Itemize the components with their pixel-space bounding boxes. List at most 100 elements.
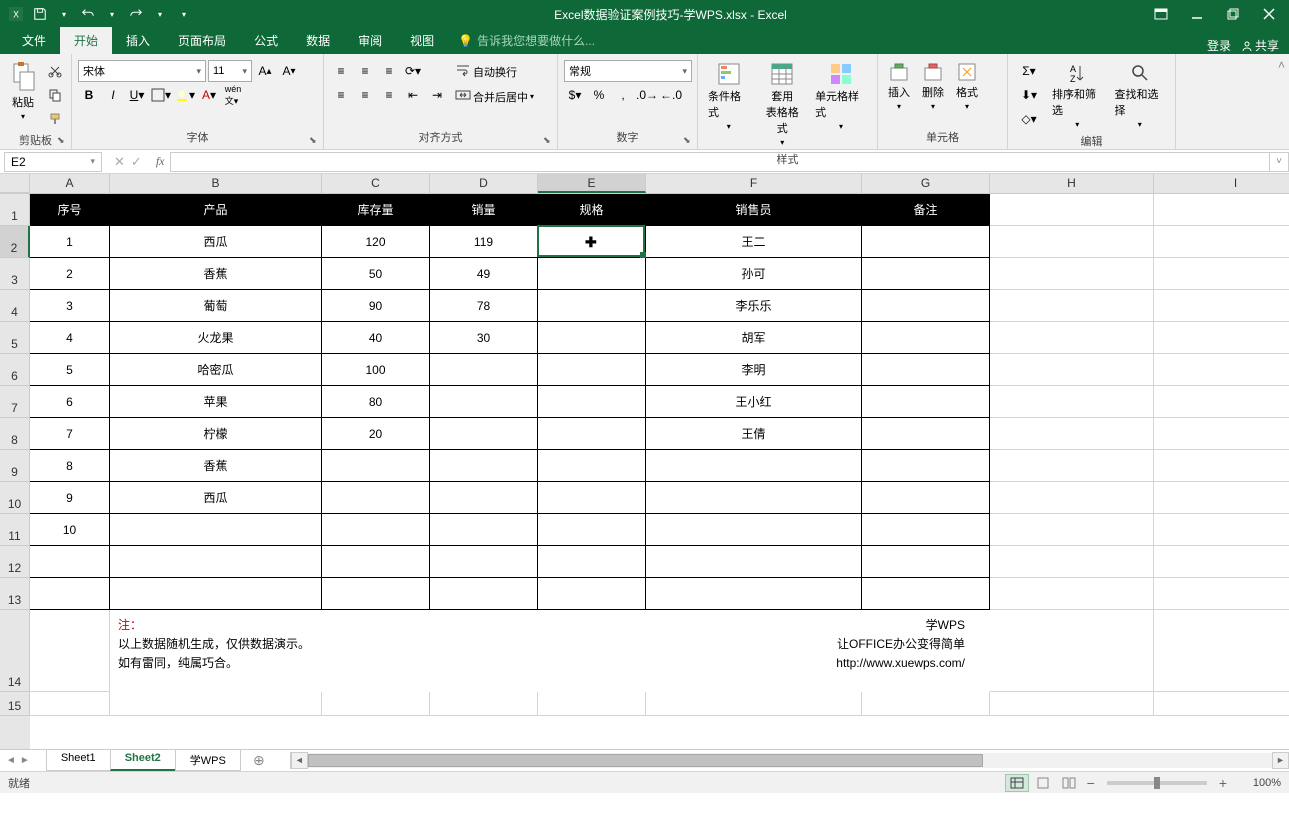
align-top-button[interactable]: ≡ [330, 60, 352, 82]
cell-B2[interactable]: 西瓜 [110, 226, 322, 258]
ribbon-tab-文件[interactable]: 文件 [8, 27, 60, 54]
cell-F3[interactable]: 孙可 [646, 258, 862, 290]
cell-A4[interactable]: 3 [30, 290, 110, 322]
cell-C15[interactable] [322, 692, 430, 716]
cell-D7[interactable] [430, 386, 538, 418]
row-header-4[interactable]: 4 [0, 290, 30, 322]
cell-F10[interactable] [646, 482, 862, 514]
cell-I7[interactable] [1154, 386, 1289, 418]
cell-B9[interactable]: 香蕉 [110, 450, 322, 482]
scroll-thumb-horizontal[interactable] [308, 754, 983, 767]
cell-I6[interactable] [1154, 354, 1289, 386]
cell-E12[interactable] [538, 546, 646, 578]
cell-A3[interactable]: 2 [30, 258, 110, 290]
cell-D5[interactable]: 30 [430, 322, 538, 354]
cell-E3[interactable] [538, 258, 646, 290]
cell-B5[interactable]: 火龙果 [110, 322, 322, 354]
cell-C6[interactable]: 100 [322, 354, 430, 386]
zoom-level[interactable]: 100% [1241, 777, 1281, 789]
cell-C2[interactable]: 120 [322, 226, 430, 258]
cell-E6[interactable] [538, 354, 646, 386]
comma-format-button[interactable]: , [612, 84, 634, 106]
cell-D9[interactable] [430, 450, 538, 482]
cell-F5[interactable]: 胡军 [646, 322, 862, 354]
cell-A12[interactable] [30, 546, 110, 578]
ribbon-tab-开始[interactable]: 开始 [60, 27, 112, 54]
ribbon-display-options-icon[interactable] [1149, 4, 1173, 24]
col-header-F[interactable]: F [646, 174, 862, 193]
cell-F7[interactable]: 王小红 [646, 386, 862, 418]
normal-view-button[interactable] [1005, 774, 1029, 792]
font-size-combo[interactable]: 11▾ [208, 60, 252, 82]
cell-D6[interactable] [430, 354, 538, 386]
name-box[interactable]: E2 ▾ [4, 152, 102, 172]
cell-C11[interactable] [322, 514, 430, 546]
qat-customize-icon[interactable]: ▾ [176, 6, 192, 22]
sheet-tab-Sheet2[interactable]: Sheet2 [110, 750, 176, 771]
cell-I2[interactable] [1154, 226, 1289, 258]
ribbon-tab-数据[interactable]: 数据 [292, 27, 344, 54]
cell-H11[interactable] [990, 514, 1154, 546]
wrap-text-button[interactable]: 自动换行 [473, 64, 517, 80]
cell-G9[interactable] [862, 450, 990, 482]
alignment-launcher-icon[interactable]: ⬊ [543, 135, 555, 147]
cell-D11[interactable] [430, 514, 538, 546]
align-center-button[interactable]: ≡ [354, 84, 376, 106]
cell-I4[interactable] [1154, 290, 1289, 322]
cell-A7[interactable]: 6 [30, 386, 110, 418]
col-header-H[interactable]: H [990, 174, 1154, 193]
tab-nav-next-icon[interactable]: ► [20, 755, 30, 766]
cell-G8[interactable] [862, 418, 990, 450]
save-icon[interactable] [32, 6, 48, 22]
cell-H15[interactable] [990, 692, 1154, 716]
cell-G13[interactable] [862, 578, 990, 610]
cell-C13[interactable] [322, 578, 430, 610]
col-header-I[interactable]: I [1154, 174, 1289, 193]
fx-icon[interactable]: fx [150, 154, 171, 169]
conditional-formatting-button[interactable]: 条件格式▾ [704, 60, 754, 133]
expand-formula-bar-icon[interactable]: ˅ [1269, 152, 1289, 172]
zoom-slider[interactable] [1107, 781, 1207, 785]
font-name-combo[interactable]: 宋体▾ [78, 60, 206, 82]
cell-F8[interactable]: 王倩 [646, 418, 862, 450]
cell-I15[interactable] [1154, 692, 1289, 716]
find-select-button[interactable]: 查找和选择▾ [1111, 60, 1170, 131]
restore-button[interactable] [1221, 4, 1245, 24]
row-header-3[interactable]: 3 [0, 258, 30, 290]
cell-A13[interactable] [30, 578, 110, 610]
cell-F2[interactable]: 王二 [646, 226, 862, 258]
row-header-9[interactable]: 9 [0, 450, 30, 482]
cell-I14[interactable] [1154, 610, 1289, 692]
zoom-out-button[interactable]: − [1083, 775, 1099, 791]
align-left-button[interactable]: ≡ [330, 84, 352, 106]
cell-I9[interactable] [1154, 450, 1289, 482]
font-launcher-icon[interactable]: ⬊ [309, 135, 321, 147]
cell-C1[interactable]: 库存量 [322, 194, 430, 226]
cell-H5[interactable] [990, 322, 1154, 354]
close-button[interactable] [1257, 4, 1281, 24]
row-header-1[interactable]: 1 [0, 194, 30, 226]
cell-H6[interactable] [990, 354, 1154, 386]
row-header-7[interactable]: 7 [0, 386, 30, 418]
cell-C4[interactable]: 90 [322, 290, 430, 322]
cell-grid[interactable]: 序号产品库存量销量规格销售员备注1西瓜120119王二2香蕉5049孙可3葡萄9… [30, 194, 1289, 749]
cell-H9[interactable] [990, 450, 1154, 482]
cell-H10[interactable] [990, 482, 1154, 514]
zoom-in-button[interactable]: + [1215, 775, 1231, 791]
ribbon-tab-视图[interactable]: 视图 [396, 27, 448, 54]
borders-button[interactable]: ▾ [150, 84, 172, 106]
fill-color-button[interactable]: ▾ [174, 84, 196, 106]
paste-button[interactable]: 粘贴 ▾ [6, 60, 40, 123]
page-layout-view-button[interactable] [1031, 774, 1055, 792]
cell-G4[interactable] [862, 290, 990, 322]
row-header-10[interactable]: 10 [0, 482, 30, 514]
cell-I13[interactable] [1154, 578, 1289, 610]
cell-G1[interactable]: 备注 [862, 194, 990, 226]
cell-B13[interactable] [110, 578, 322, 610]
italic-button[interactable]: I [102, 84, 124, 106]
cell-G11[interactable] [862, 514, 990, 546]
ribbon-tab-插入[interactable]: 插入 [112, 27, 164, 54]
tab-nav-prev-icon[interactable]: ◄ [6, 755, 16, 766]
cell-H13[interactable] [990, 578, 1154, 610]
row-header-11[interactable]: 11 [0, 514, 30, 546]
